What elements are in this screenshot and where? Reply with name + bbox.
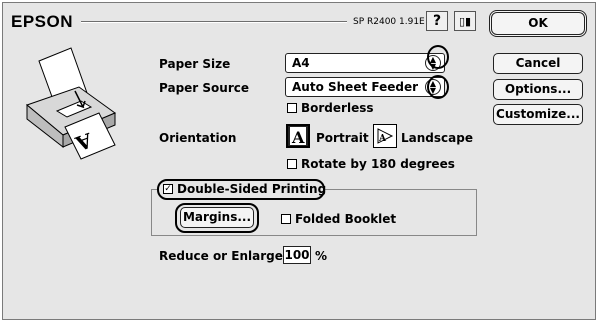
- rotate-180-label: Rotate by 180 degrees: [301, 157, 455, 171]
- checkbox-box: [287, 103, 297, 113]
- landscape-icon: A: [377, 128, 394, 144]
- ink-icon: ▯▮: [458, 14, 472, 28]
- double-sided-label: Double-Sided Printing: [177, 182, 327, 196]
- landscape-label: Landscape: [401, 131, 473, 145]
- folded-booklet-label: Folded Booklet: [295, 212, 397, 226]
- borderless-checkbox[interactable]: Borderless: [287, 101, 374, 115]
- customize-button[interactable]: Customize...: [493, 104, 583, 125]
- double-sided-checkbox[interactable]: ✓ Double-Sided Printing: [163, 182, 326, 196]
- borderless-label: Borderless: [301, 101, 374, 115]
- paper-source-select[interactable]: Auto Sheet Feeder ▲ ▼: [285, 77, 445, 97]
- rotate-180-checkbox[interactable]: Rotate by 180 degrees: [287, 157, 455, 171]
- checkbox-box: [281, 214, 291, 224]
- model-version-label: SP R2400 1.91E: [353, 17, 425, 27]
- portrait-radio[interactable]: A: [286, 124, 310, 148]
- callout-paper-size: [427, 45, 449, 69]
- cancel-button[interactable]: Cancel: [493, 53, 583, 74]
- paper-size-value: A4: [292, 56, 310, 70]
- paper-size-label: Paper Size: [159, 57, 231, 71]
- brand-logo: EPSON: [11, 12, 74, 31]
- portrait-icon: A: [290, 127, 306, 147]
- margins-button[interactable]: Margins...: [180, 207, 254, 228]
- svg-text:A: A: [378, 134, 387, 144]
- help-button[interactable]: ?: [426, 11, 448, 31]
- paper-source-value: Auto Sheet Feeder: [292, 80, 418, 94]
- scale-percent-input[interactable]: 100: [283, 246, 311, 264]
- checkbox-box-checked: ✓: [163, 183, 173, 194]
- svg-text:A: A: [291, 128, 305, 146]
- print-settings-dialog: EPSON SP R2400 1.91E ? ▯▮ OK Cancel Opti…: [2, 2, 596, 320]
- checkbox-box: [287, 159, 297, 169]
- orientation-label: Orientation: [159, 131, 237, 145]
- callout-paper-source: [427, 75, 449, 99]
- help-icon: ?: [432, 13, 442, 29]
- folded-booklet-checkbox[interactable]: Folded Booklet: [281, 212, 396, 226]
- percent-unit-label: %: [315, 249, 328, 263]
- ink-levels-button[interactable]: ▯▮: [454, 11, 476, 31]
- ok-button[interactable]: OK: [489, 10, 587, 37]
- reduce-enlarge-label: Reduce or Enlarge: [159, 249, 283, 263]
- paper-size-select[interactable]: A4 ▲ ▼: [285, 53, 445, 73]
- printer-illustration-icon: A: [25, 47, 117, 160]
- paper-source-label: Paper Source: [159, 81, 249, 95]
- portrait-label: Portrait: [316, 131, 369, 145]
- options-button[interactable]: Options...: [493, 79, 583, 100]
- header-divider: [81, 21, 347, 23]
- landscape-radio[interactable]: A: [373, 124, 397, 148]
